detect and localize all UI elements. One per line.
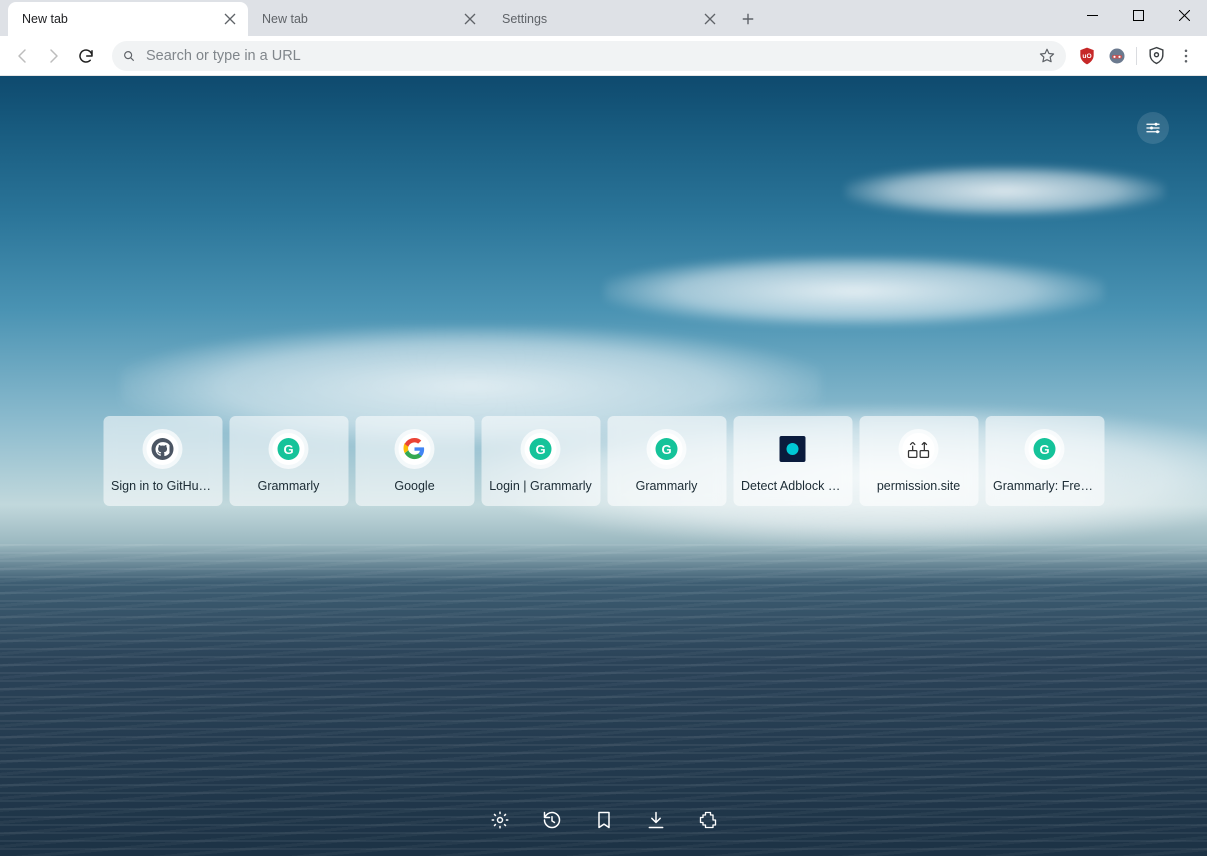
shortcut-label: Sign in to GitHub... xyxy=(111,479,214,493)
github-icon xyxy=(147,433,179,465)
ublock-extension-icon[interactable]: uO xyxy=(1072,41,1102,71)
shortcut-label: Grammarly xyxy=(258,479,320,493)
bookmark-star-icon[interactable] xyxy=(1038,47,1056,65)
shortcut-tile-grammarly-2[interactable]: G Grammarly xyxy=(607,416,726,506)
tab-1[interactable]: New tab xyxy=(248,2,488,36)
tab-2[interactable]: Settings xyxy=(488,2,728,36)
history-button[interactable] xyxy=(538,806,566,834)
shield-icon[interactable] xyxy=(1141,41,1171,71)
shortcut-label: Login | Grammarly xyxy=(489,479,592,493)
shortcut-label: Google xyxy=(394,479,434,493)
close-icon[interactable] xyxy=(222,11,238,27)
shortcut-label: Detect Adblock - ... xyxy=(741,479,844,493)
close-icon[interactable] xyxy=(462,11,478,27)
toolbar: uO xyxy=(0,36,1207,76)
address-input[interactable] xyxy=(146,48,1038,64)
extensions-button[interactable] xyxy=(694,806,722,834)
grammarly-icon: G xyxy=(1029,433,1061,465)
permission-site-icon xyxy=(903,433,935,465)
search-icon xyxy=(122,49,136,63)
shortcut-tile-google[interactable]: Google xyxy=(355,416,474,506)
detect-adblock-icon xyxy=(777,433,809,465)
tab-strip: New tab New tab Settings xyxy=(0,0,762,36)
browser-menu-button[interactable] xyxy=(1171,41,1201,71)
tab-0[interactable]: New tab xyxy=(8,2,248,36)
shortcut-tile-detect-adblock[interactable]: Detect Adblock - ... xyxy=(733,416,852,506)
shortcut-label: Grammarly xyxy=(636,479,698,493)
bottom-toolbar xyxy=(486,806,722,834)
close-window-button[interactable] xyxy=(1161,0,1207,30)
avatar-extension-icon[interactable] xyxy=(1102,41,1132,71)
shortcut-tile-grammarly-free[interactable]: G Grammarly: Free ... xyxy=(985,416,1104,506)
shortcut-grid: Sign in to GitHub... G Grammarly Google … xyxy=(103,416,1104,506)
settings-button[interactable] xyxy=(486,806,514,834)
shortcut-label: Grammarly: Free ... xyxy=(993,479,1096,493)
shortcut-tile-permission-site[interactable]: permission.site xyxy=(859,416,978,506)
shortcut-tile-grammarly-1[interactable]: G Grammarly xyxy=(229,416,348,506)
new-tab-page: Sign in to GitHub... G Grammarly Google … xyxy=(0,76,1207,856)
tab-title: Settings xyxy=(502,12,702,26)
titlebar: New tab New tab Settings xyxy=(0,0,1207,36)
downloads-button[interactable] xyxy=(642,806,670,834)
tab-title: New tab xyxy=(262,12,462,26)
svg-text:uO: uO xyxy=(1082,53,1091,60)
shortcut-tile-github[interactable]: Sign in to GitHub... xyxy=(103,416,222,506)
grammarly-icon: G xyxy=(525,433,557,465)
minimize-button[interactable] xyxy=(1069,0,1115,30)
tab-title: New tab xyxy=(22,12,222,26)
grammarly-icon: G xyxy=(273,433,305,465)
new-tab-button[interactable] xyxy=(734,5,762,33)
reload-button[interactable] xyxy=(70,40,102,72)
forward-button[interactable] xyxy=(38,40,70,72)
extension-area: uO xyxy=(1072,41,1201,71)
customize-page-button[interactable] xyxy=(1137,112,1169,144)
bookmarks-button[interactable] xyxy=(590,806,618,834)
window-controls xyxy=(1069,0,1207,30)
address-bar[interactable] xyxy=(112,41,1066,71)
shortcut-label: permission.site xyxy=(877,479,960,493)
close-icon[interactable] xyxy=(702,11,718,27)
grammarly-icon: G xyxy=(651,433,683,465)
google-icon xyxy=(399,433,431,465)
back-button[interactable] xyxy=(6,40,38,72)
separator xyxy=(1136,47,1137,65)
maximize-button[interactable] xyxy=(1115,0,1161,30)
shortcut-tile-grammarly-login[interactable]: G Login | Grammarly xyxy=(481,416,600,506)
